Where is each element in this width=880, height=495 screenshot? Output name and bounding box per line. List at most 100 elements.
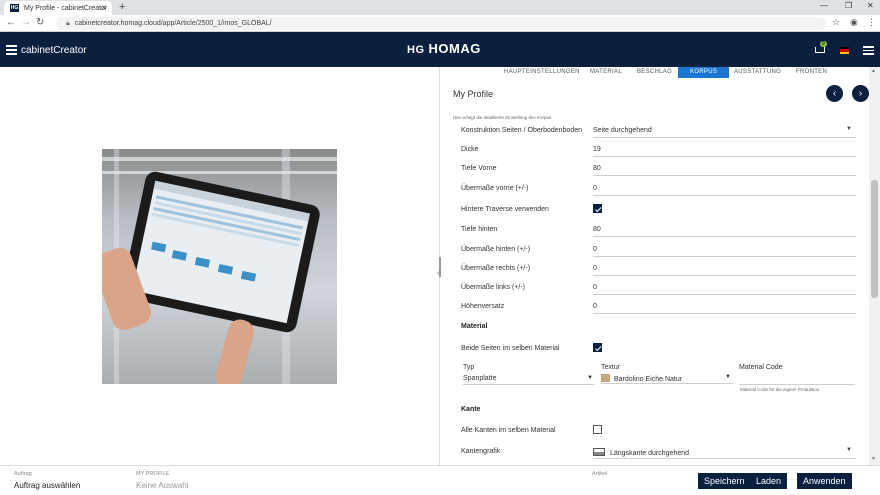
next-step-button[interactable]: ›: [852, 85, 869, 102]
close-tab-icon[interactable]: ×: [101, 3, 106, 12]
product-image: [102, 149, 337, 384]
logo-text: HOMAG: [428, 41, 481, 56]
texture-swatch: [601, 374, 610, 382]
field-label: Höhenversatz: [461, 303, 505, 310]
edge-graphic-icon: [593, 448, 605, 456]
kante-heading: Kante: [461, 406, 481, 413]
auftrag-select[interactable]: Auftrag auswählen: [14, 481, 80, 490]
field-uebermasse-vorne: Übermaße vorne (+/-) 0: [461, 185, 856, 203]
browser-menu-icon[interactable]: ⋮: [867, 17, 876, 28]
favicon-icon: HG: [10, 4, 19, 12]
field-label: Beide Seiten im selben Material: [461, 345, 560, 352]
apply-button[interactable]: Anwenden: [797, 473, 852, 489]
uebermasse-hinten-input[interactable]: 0: [593, 246, 856, 257]
browser-tab-strip: HG My Profile - cabinetCreator × + — ❐ ✕: [0, 0, 880, 15]
app-header: cabinetCreator HG HOMAG 0: [0, 32, 880, 67]
field-label: Kantengrafik: [461, 448, 501, 455]
collapse-arrow-icon[interactable]: ‹: [437, 270, 439, 277]
field-beide-seiten: Beide Seiten im selben Material: [461, 343, 856, 363]
lock-icon: 🔒︎: [66, 20, 70, 27]
artikel-caption: Artikel: [592, 471, 608, 477]
forward-icon[interactable]: →: [21, 17, 31, 28]
kantengrafik-select[interactable]: Längskante durchgehend ▼: [593, 447, 856, 459]
dropdown-arrow-icon: ▼: [846, 126, 852, 132]
step-ausstattung[interactable]: AUSSTATTUNG: [734, 69, 781, 75]
field-dicke: Dicke 19: [461, 146, 856, 164]
field-uebermasse-rechts: Übermaße rechts (+/-) 0: [461, 265, 856, 283]
uebermasse-links-input[interactable]: 0: [593, 284, 856, 295]
reload-icon[interactable]: ↻: [36, 17, 44, 28]
field-label: Übermaße hinten (+/-): [461, 246, 531, 253]
field-tiefe-hinten: Tiefe hinten 80: [461, 226, 856, 244]
field-label: Tiefe Vorne: [461, 165, 497, 172]
tiefe-vorne-input[interactable]: 80: [593, 165, 856, 176]
brand-name: cabinetCreator: [21, 44, 87, 56]
back-icon[interactable]: ←: [6, 17, 16, 28]
auftrag-caption: Auftrag: [14, 471, 32, 477]
uebermasse-rechts-input[interactable]: 0: [593, 265, 856, 276]
material-code-label: Material Code: [739, 364, 783, 371]
material-heading: Material: [461, 323, 488, 330]
typ-select[interactable]: Spanplatte ▼: [463, 375, 595, 385]
material-code-input[interactable]: [739, 375, 855, 385]
scrollbar-thumb[interactable]: [871, 180, 878, 298]
field-kantengrafik: Kantengrafik Längskante durchgehend ▼: [461, 447, 856, 466]
previous-step-button[interactable]: ‹: [826, 85, 843, 102]
field-label: Hintere Traverse verwenden: [461, 206, 549, 213]
scroll-down-icon[interactable]: ▼: [871, 456, 876, 462]
url-text: cabinetcreator.homag.cloud/app/Article/2…: [74, 20, 272, 27]
save-button[interactable]: Speichern: [698, 473, 751, 489]
cart-badge: 0: [820, 41, 827, 47]
minimize-window-button[interactable]: —: [820, 1, 828, 10]
bookmark-star-icon[interactable]: ☆: [832, 17, 840, 28]
uebermasse-vorne-input[interactable]: 0: [593, 185, 856, 196]
field-label: Übermaße links (+/-): [461, 284, 525, 291]
step-material[interactable]: MATERIAL: [590, 69, 622, 75]
cart-icon[interactable]: 0: [815, 41, 827, 54]
hamburger-menu-icon[interactable]: [6, 43, 17, 57]
konstruktion-select[interactable]: Seite durchgehend ▼: [593, 126, 856, 138]
field-label: Alle Kanten im selben Material: [461, 427, 556, 434]
field-label: Übermaße vorne (+/-): [461, 185, 529, 192]
field-label: Dicke: [461, 146, 479, 153]
select-value: Seite durchgehend: [593, 127, 652, 134]
close-window-button[interactable]: ✕: [867, 1, 874, 10]
new-tab-button[interactable]: +: [119, 1, 125, 13]
field-label: Übermaße rechts (+/-): [461, 265, 531, 272]
field-uebermasse-links: Übermaße links (+/-) 0: [461, 284, 856, 302]
step-fronten[interactable]: FRONTEN: [796, 69, 827, 75]
profile-icon[interactable]: ◉: [850, 17, 858, 28]
field-label: Konstruktion Seiten / Oberbodenboden: [461, 127, 583, 134]
scroll-up-icon[interactable]: ▲: [871, 68, 876, 74]
load-button[interactable]: Laden: [750, 473, 788, 489]
field-uebermasse-hinten: Übermaße hinten (+/-) 0: [461, 246, 856, 264]
step-beschlag[interactable]: BESCHLAG: [637, 69, 672, 75]
field-alle-kanten: Alle Kanten im selben Material: [461, 425, 856, 445]
profile-caption: MY PROFILE: [136, 471, 170, 477]
hoehenversatz-input[interactable]: 0: [593, 303, 856, 314]
material-code-hint: Material Code für die eigene Produktion: [740, 387, 820, 392]
maximize-window-button[interactable]: ❐: [845, 1, 852, 10]
step-haupteinstellungen[interactable]: HAUPTEINSTELLUNGEN: [504, 69, 580, 75]
field-konstruktion: Konstruktion Seiten / Oberbodenboden Sei…: [461, 126, 856, 145]
step-korpus[interactable]: KORPUS: [678, 67, 730, 78]
tiefe-hinten-input[interactable]: 80: [593, 226, 856, 237]
panel-title: My Profile: [453, 89, 494, 99]
browser-tab[interactable]: HG My Profile - cabinetCreator ×: [4, 1, 112, 15]
beide-seiten-checkbox[interactable]: [593, 343, 602, 352]
app-brand[interactable]: cabinetCreator: [6, 43, 87, 57]
select-value: Bardolino Eiche Natur: [614, 376, 683, 383]
textur-select[interactable]: Bardolino Eiche Natur ▼: [601, 374, 733, 384]
textur-label: Textur: [601, 364, 621, 371]
app-menu-icon[interactable]: [863, 44, 874, 57]
tab-title: My Profile - cabinetCreator: [24, 4, 108, 12]
url-field[interactable]: 🔒︎ cabinetcreator.homag.cloud/app/Article…: [56, 17, 826, 30]
german-flag-icon[interactable]: [840, 47, 849, 54]
dicke-input[interactable]: 19: [593, 146, 856, 157]
footer-bar: Auftrag Auftrag auswählen MY PROFILE Kei…: [0, 465, 880, 495]
step-navigation: HAUPTEINSTELLUNGEN MATERIAL BESCHLAG KOR…: [441, 67, 869, 78]
hintere-traverse-checkbox[interactable]: [593, 204, 602, 213]
profile-value[interactable]: Keine Auswahl: [136, 481, 188, 490]
typ-label: Typ: [463, 364, 475, 371]
alle-kanten-checkbox[interactable]: [593, 425, 602, 434]
